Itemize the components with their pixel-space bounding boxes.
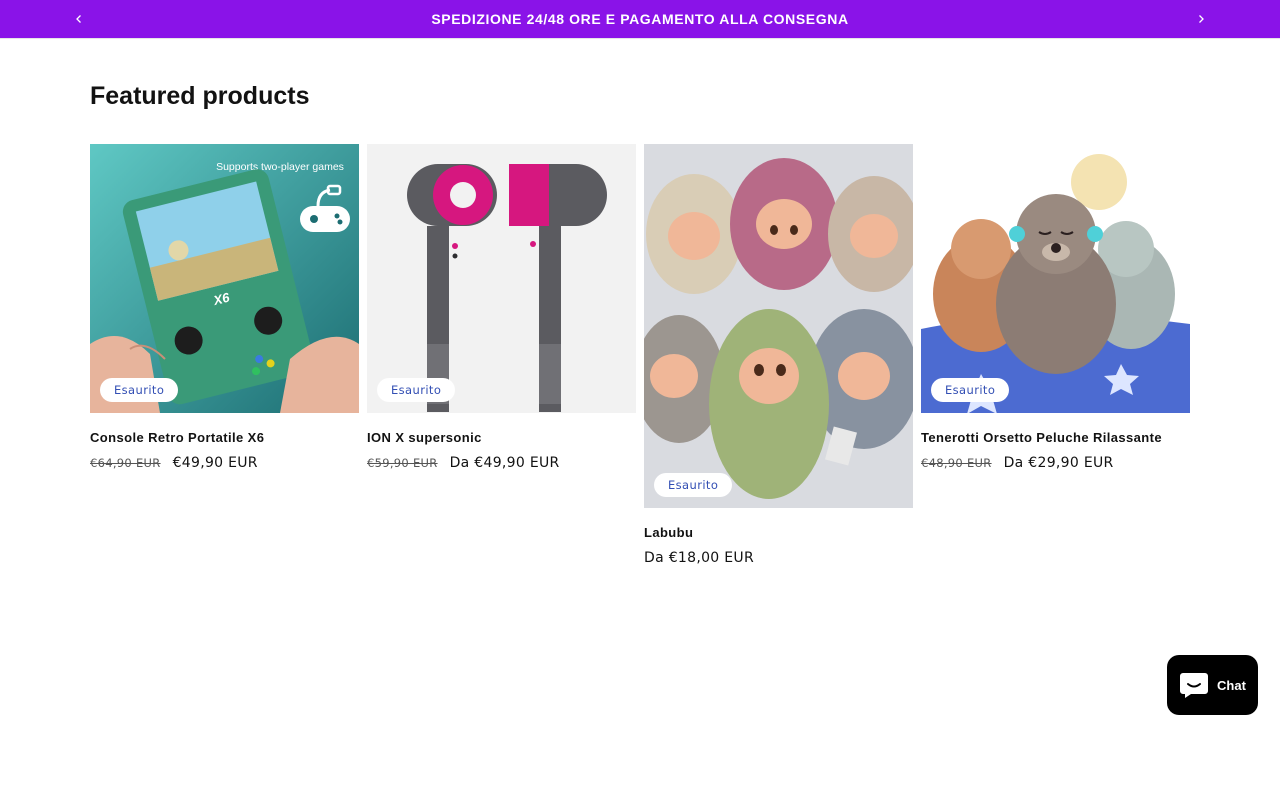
sale-price: €49,90 EUR <box>172 455 258 471</box>
product-image-link[interactable]: Esaurito <box>644 144 913 508</box>
announcement-bar: SPEDIZIONE 24/48 ORE E PAGAMENTO ALLA CO… <box>0 0 1280 38</box>
product-image: Supports two-player games X6 <box>90 144 359 413</box>
product-title-link[interactable]: ION X supersonic <box>367 430 636 445</box>
section-title: Featured products <box>90 82 310 110</box>
product-title-link[interactable]: Console Retro Portatile X6 <box>90 430 359 445</box>
product-title-link[interactable]: Labubu <box>644 525 913 540</box>
sold-out-badge: Esaurito <box>931 378 1010 402</box>
product-title-link[interactable]: Tenerotti Orsetto Peluche Rilassante <box>921 430 1190 445</box>
announcement-text: SPEDIZIONE 24/48 ORE E PAGAMENTO ALLA CO… <box>431 11 849 27</box>
compare-price: €64,90 EUR <box>90 456 161 470</box>
sale-price: Da €18,00 EUR <box>644 550 754 566</box>
announcement-divider <box>0 38 1280 39</box>
product-image <box>921 144 1190 413</box>
product-image-link[interactable]: Esaurito <box>367 144 636 413</box>
product-price: €64,90 EUR €49,90 EUR <box>90 455 359 471</box>
compare-price: €59,90 EUR <box>367 456 438 470</box>
sold-out-badge: Esaurito <box>100 378 179 402</box>
product-image-link[interactable]: Supports two-player games X6 Esaurito <box>90 144 359 413</box>
product-price: €59,90 EUR Da €49,90 EUR <box>367 455 636 471</box>
product-card: Esaurito ION X supersonic €59,90 EUR Da €… <box>367 144 636 471</box>
product-card: Esaurito Tenerotti Orsetto Peluche Rilas… <box>921 144 1190 471</box>
product-card: Esaurito Labubu Da €18,00 EUR <box>644 144 913 566</box>
product-image-link[interactable]: Esaurito <box>921 144 1190 413</box>
product-image <box>367 144 636 413</box>
chevron-left-icon <box>76 15 81 23</box>
sold-out-badge: Esaurito <box>377 378 456 402</box>
announcement-prev-button[interactable] <box>68 8 90 30</box>
compare-price: €48,90 EUR <box>921 456 992 470</box>
product-price: €48,90 EUR Da €29,90 EUR <box>921 455 1190 471</box>
chevron-right-icon <box>1199 15 1204 23</box>
chat-button[interactable]: Chat <box>1167 655 1258 715</box>
image-caption: Supports two-player games <box>216 161 344 173</box>
product-price: Da €18,00 EUR <box>644 550 913 566</box>
chat-label: Chat <box>1217 677 1246 693</box>
chat-bubble-icon <box>1180 673 1209 698</box>
product-card: Supports two-player games X6 Esaurito Co… <box>90 144 359 471</box>
sale-price: Da €49,90 EUR <box>449 455 560 471</box>
product-image <box>644 144 913 508</box>
sale-price: Da €29,90 EUR <box>1003 455 1114 471</box>
announcement-next-button[interactable] <box>1190 8 1212 30</box>
sold-out-badge: Esaurito <box>654 473 733 497</box>
